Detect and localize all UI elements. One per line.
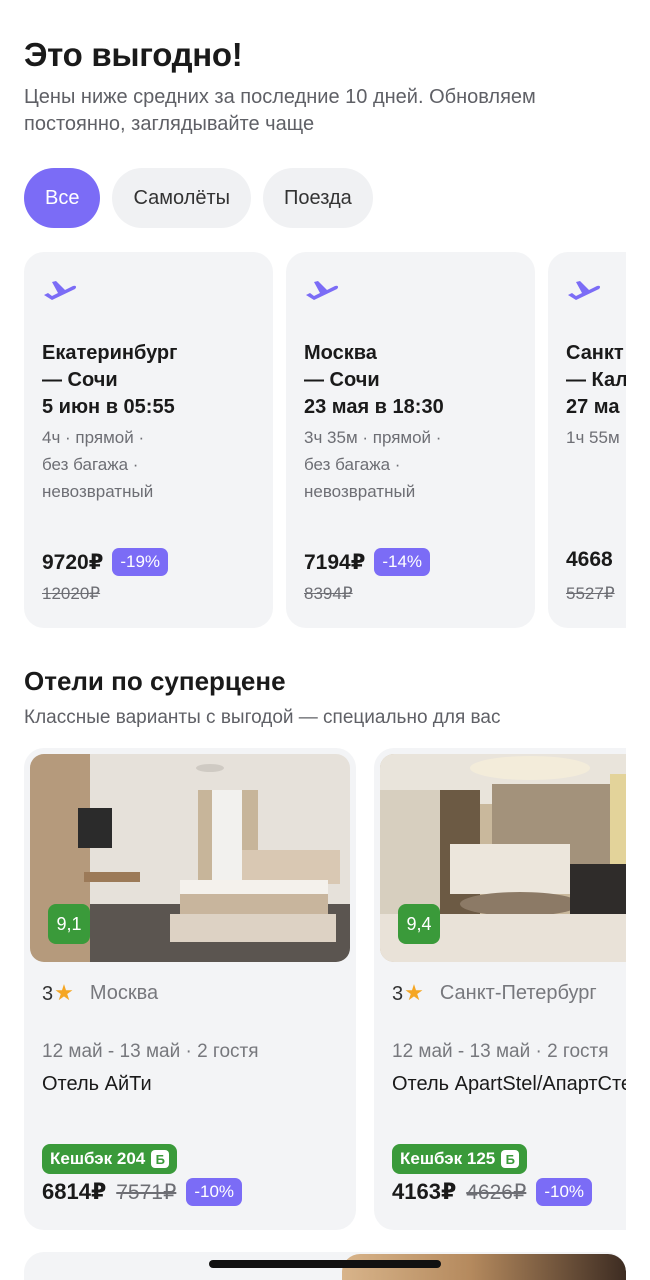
- hotel-meta: 3★ Москва: [42, 980, 158, 1006]
- plane-icon: [306, 281, 339, 300]
- hotel-name: Отель ApartStel/АпартСтел: [392, 1073, 626, 1095]
- discount-badge: -14%: [374, 548, 431, 576]
- deal-price: 4668: [566, 548, 613, 571]
- star-count: 3: [42, 983, 54, 1005]
- home-indicator[interactable]: [209, 1260, 441, 1268]
- deal-price: 7194₽: [304, 550, 366, 574]
- plane-icon: [44, 281, 77, 300]
- filter-chip-trains[interactable]: Поезда: [263, 168, 373, 228]
- discount-badge: -10%: [186, 1178, 243, 1206]
- deal-route: Москва — Сочи 23 мая в 18:30: [304, 342, 444, 418]
- hotel-dates: 12 май - 13 май · 2 гостя: [42, 1041, 259, 1062]
- cashback-label: Кешбэк 204: [50, 1149, 146, 1168]
- star-icon: ★: [404, 980, 424, 1005]
- deal-route: Санкт — Кал 27 ма: [566, 342, 626, 418]
- deal-card[interactable]: Москва — Сочи 23 мая в 18:30 3ч 35м · пр…: [286, 252, 535, 628]
- deal-details: 1ч 55м: [566, 428, 620, 447]
- filter-chip-planes[interactable]: Самолёты: [112, 168, 252, 228]
- deal-old-price: 5527₽: [566, 584, 615, 603]
- hotel-old-price: 7571₽: [116, 1180, 177, 1204]
- bonus-icon: Б: [501, 1150, 520, 1168]
- bonus-icon: Б: [151, 1150, 170, 1168]
- hotel-old-price: 4626₽: [466, 1180, 527, 1204]
- rating-badge: 9,4: [398, 904, 440, 944]
- hotel-card[interactable]: 9,1 3★ Москва 12 май - 13 май · 2 гостя …: [24, 748, 356, 1230]
- star-count: 3: [392, 983, 404, 1005]
- deal-route: Екатеринбург — Сочи 5 июн в 05:55: [42, 342, 178, 418]
- cashback-badge: Кешбэк 125 Б: [392, 1144, 528, 1174]
- hotel-meta: 3★ Санкт-Петербург: [392, 980, 597, 1006]
- star-icon: ★: [54, 980, 74, 1005]
- deal-old-price: 12020₽: [42, 584, 101, 603]
- discount-badge: -10%: [536, 1178, 593, 1206]
- plane-icon: [568, 281, 601, 300]
- filter-chips: Все Самолёты Поезда: [24, 168, 373, 228]
- hotel-price: 4163₽: [392, 1179, 457, 1204]
- deal-details: 3ч 35м · прямой · без багажа · невозврат…: [304, 428, 442, 501]
- discount-badge: -19%: [112, 548, 169, 576]
- deals-subtitle: Цены ниже средних за последние 10 дней. …: [24, 86, 536, 135]
- filter-chip-all[interactable]: Все: [24, 168, 101, 228]
- hotels-subtitle: Классные варианты с выгодой — специально…: [24, 707, 501, 728]
- deal-price: 9720₽: [42, 550, 104, 574]
- cashback-badge: Кешбэк 204 Б: [42, 1144, 178, 1174]
- hotel-city: Санкт-Петербург: [439, 981, 597, 1004]
- hotel-city: Москва: [89, 981, 159, 1004]
- hotel-price: 6814₽: [42, 1179, 107, 1204]
- hotels-title: Отели по суперцене: [24, 666, 286, 696]
- deal-old-price: 8394₽: [304, 584, 353, 603]
- hotel-name: Отель АйТи: [42, 1073, 152, 1095]
- deals-carousel[interactable]: Екатеринбург — Сочи 5 июн в 05:55 4ч · п…: [0, 252, 626, 632]
- deal-details: 4ч · прямой · без багажа · невозвратный: [42, 428, 154, 501]
- hotel-dates: 12 май - 13 май · 2 гостя: [392, 1041, 609, 1062]
- hotels-carousel[interactable]: 9,1 3★ Москва 12 май - 13 май · 2 гостя …: [0, 748, 626, 1234]
- rating-badge: 9,1: [48, 904, 90, 944]
- deal-card[interactable]: Санкт — Кал 27 ма 1ч 55м 4668 5527₽: [548, 252, 626, 628]
- deal-card[interactable]: Екатеринбург — Сочи 5 июн в 05:55 4ч · п…: [24, 252, 273, 628]
- hotel-card[interactable]: 9,4 3★ Санкт-Петербург 12 май - 13 май ·…: [374, 748, 626, 1230]
- cashback-label: Кешбэк 125: [400, 1149, 496, 1168]
- deals-title: Это выгодно!: [24, 36, 243, 73]
